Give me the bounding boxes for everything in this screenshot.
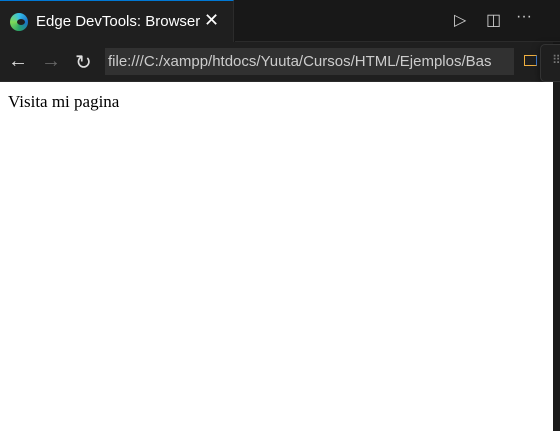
- forward-icon[interactable]: →: [41, 50, 61, 73]
- split-editor-icon[interactable]: ◫: [486, 10, 501, 30]
- run-icon[interactable]: ▷: [454, 10, 466, 30]
- browser-toolbar: ← → ↻ file:///C:/xampp/htdocs/Yuuta/Curs…: [0, 42, 553, 82]
- close-icon[interactable]: ✕: [204, 10, 219, 31]
- page-viewport: Visita mi pagina: [0, 82, 553, 431]
- more-actions-icon[interactable]: ···: [516, 8, 532, 26]
- tab-bar: Edge DevTools: Browser ✕ ▷ ◫ ···: [0, 0, 560, 42]
- back-icon[interactable]: ←: [8, 50, 28, 73]
- page-text: Visita mi pagina: [8, 92, 120, 111]
- tab-edge-devtools-browser[interactable]: Edge DevTools: Browser ✕: [0, 0, 234, 42]
- tab-title: Edge DevTools: Browser: [36, 13, 201, 30]
- screencast-icon[interactable]: [524, 55, 537, 66]
- reload-icon[interactable]: ↻: [75, 50, 92, 75]
- grip-icon[interactable]: ⠿: [552, 54, 560, 66]
- side-panel-edge: [553, 82, 560, 431]
- floating-toolbar-handle[interactable]: ⠿: [540, 44, 560, 82]
- edge-logo-icon: [10, 13, 28, 31]
- url-input[interactable]: file:///C:/xampp/htdocs/Yuuta/Cursos/HTM…: [105, 48, 514, 75]
- tab-bar-empty: [235, 0, 560, 42]
